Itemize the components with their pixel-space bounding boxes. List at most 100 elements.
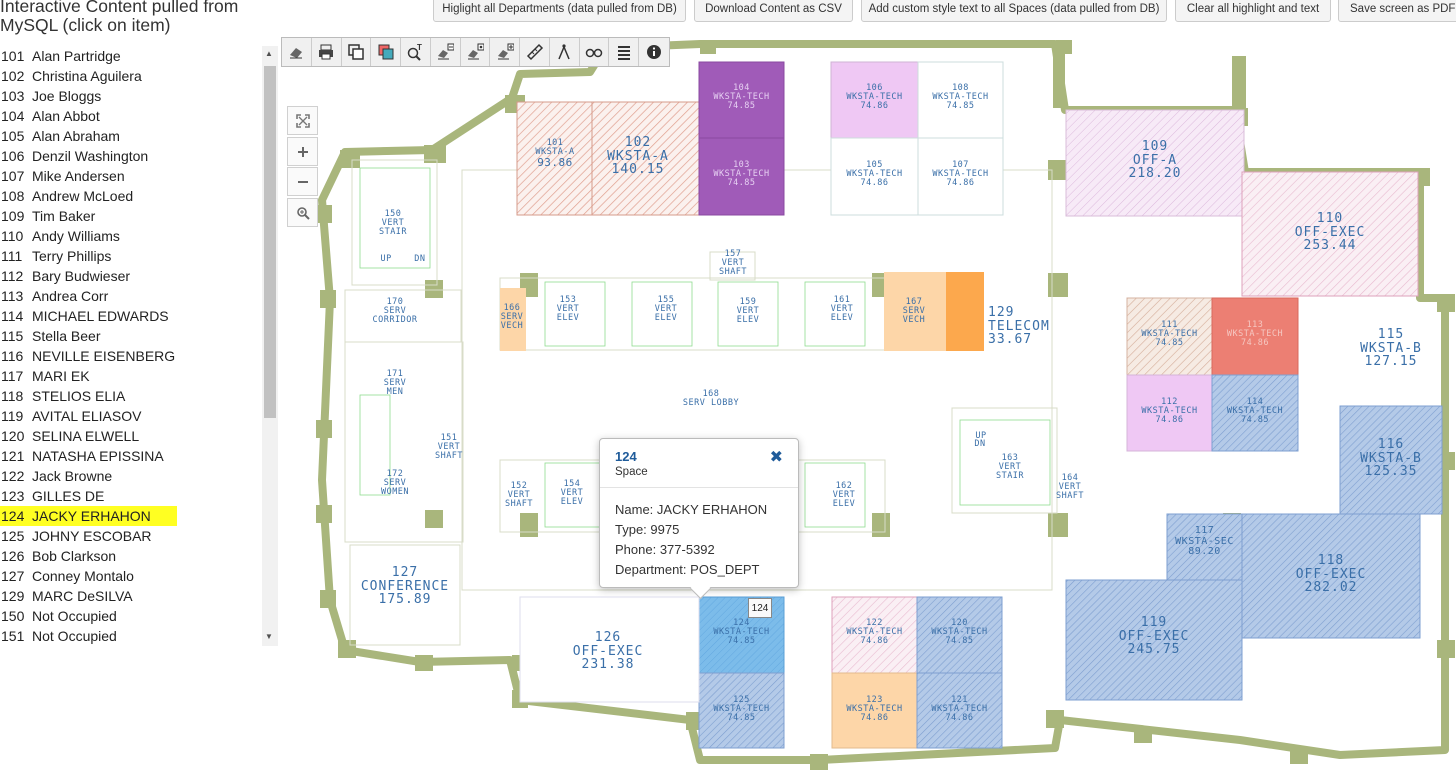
occupant-name: Conney Montalo [32, 568, 134, 584]
occupant-room-number: 105 [1, 128, 25, 144]
occupant-list-item[interactable]: 127 Conney Montalo [0, 566, 262, 586]
fullscreen-icon[interactable] [287, 106, 318, 135]
occupant-room-number: 111 [1, 248, 23, 264]
scroll-up-icon[interactable]: ▲ [265, 49, 273, 58]
occupant-list-item[interactable]: 123 GILLES DE [0, 486, 262, 506]
occupant-list-container: 101 Alan Partridge 102 Christina Aguilera 10… [0, 46, 278, 646]
occupant-list-item[interactable]: 106 Denzil Washington [0, 146, 262, 166]
occupant-list-item[interactable]: 122 Jack Browne [0, 466, 262, 486]
occupant-list-item[interactable]: 125 JOHNY ESCOBAR [0, 526, 262, 546]
occupant-name: Jack Browne [32, 468, 113, 484]
occupant-list-item[interactable]: 103 Joe Bloggs [0, 86, 262, 106]
occupant-list-item[interactable]: 102 Christina Aguilera [0, 66, 262, 86]
close-icon[interactable]: ✖ [770, 447, 783, 467]
info-icon[interactable] [639, 38, 669, 66]
clear-highlight-button[interactable]: Clear all highlight and text [1175, 0, 1331, 22]
occupant-name: Alan Abbot [32, 108, 100, 124]
occupant-list-item[interactable]: 121 NATASHA EPISSINA [0, 446, 262, 466]
occupant-item-row: 129 MARC DeSILVA [0, 588, 133, 604]
occupant-list-item[interactable]: 111 Terry Phillips [0, 246, 262, 266]
space-tag-124[interactable]: 124 [748, 598, 772, 618]
occupant-item-row: 104 Alan Abbot [0, 108, 100, 124]
scroll-down-icon[interactable]: ▼ [265, 632, 273, 641]
occupant-room-number: 116 [1, 348, 24, 364]
occupant-list-item[interactable]: 126 Bob Clarkson [0, 546, 262, 566]
occupant-list-item[interactable]: 150 Not Occupied [0, 606, 262, 626]
occupant-room-number: 117 [1, 368, 24, 384]
occupant-list-item[interactable]: 110 Andy Williams [0, 226, 262, 246]
occupant-item-row: 109 Tim Baker [0, 208, 95, 224]
occupant-room-number: 119 [1, 408, 24, 424]
occupant-list-item[interactable]: 113 Andrea Corr [0, 286, 262, 306]
occupant-name: MARI EK [32, 368, 90, 384]
add-custom-style-button[interactable]: Add custom style text to all Spaces (dat… [861, 0, 1167, 22]
print-icon[interactable] [312, 38, 342, 66]
occupant-list-item[interactable]: 107 Mike Andersen [0, 166, 262, 186]
occupant-name: SELINA ELWELL [32, 428, 140, 444]
compass-icon[interactable] [550, 38, 580, 66]
occupant-list-item[interactable]: 129 MARC DeSILVA [0, 586, 262, 606]
popup-body: Name: JACKY ERHAHON Type: 9975 Phone: 37… [600, 488, 798, 580]
layers-color-icon[interactable] [371, 38, 402, 66]
layers-icon[interactable] [342, 38, 372, 66]
occupant-room-number: 110 [1, 228, 24, 244]
occupant-list-item[interactable]: 109 Tim Baker [0, 206, 262, 226]
occupant-room-number: 129 [1, 588, 25, 604]
eraser-plus-icon[interactable] [490, 38, 521, 66]
occupant-list-item[interactable]: 151 Not Occupied [0, 626, 262, 646]
occupant-item-row: 110 Andy Williams [0, 228, 120, 244]
occupant-item-row: 112 Bary Budwieser [0, 268, 130, 284]
occupant-list-item[interactable]: 112 Bary Budwieser [0, 266, 262, 286]
occupant-list-item[interactable]: 115 Stella Beer [0, 326, 262, 346]
occupant-name: Andrea Corr [32, 288, 109, 304]
occupant-item-row: 150 Not Occupied [0, 608, 117, 624]
occupant-room-number: 123 [1, 488, 25, 504]
occupant-room-number: 106 [1, 148, 25, 164]
occupant-name: Andrew McLoed [32, 188, 134, 204]
occupant-list-item[interactable]: 101 Alan Partridge [0, 46, 262, 66]
occupant-list-item[interactable]: 119 AVITAL ELIASOV [0, 406, 262, 426]
floor-plan[interactable]: 101 WKSTA-A 93.86 102 WKSTA-A 140.15 103 WKST… [278, 36, 1456, 772]
occupant-list-item[interactable]: 124 JACKY ERHAHON [0, 506, 262, 526]
occupant-room-number: 125 [1, 528, 25, 544]
occupant-name: Alan Partridge [32, 48, 121, 64]
floor-plan-drawing [316, 40, 1455, 770]
occupant-name: Alan Abraham [32, 128, 120, 144]
eraser-gear-icon[interactable] [461, 38, 491, 66]
occupant-list-item[interactable]: 108 Andrew McLoed [0, 186, 262, 206]
occupant-item-row: 127 Conney Montalo [0, 568, 134, 584]
popup-name: Name: JACKY ERHAHON [615, 502, 768, 517]
ruler-icon[interactable] [520, 38, 550, 66]
popup-type: Type: 9975 [615, 522, 680, 537]
occupant-name: Joe Bloggs [32, 88, 102, 104]
occupant-list-item[interactable]: 118 STELIOS ELIA [0, 386, 262, 406]
occupant-list-item[interactable]: 114 MICHAEL EDWARDS [0, 306, 262, 326]
occupant-list-item[interactable]: 105 Alan Abraham [0, 126, 262, 146]
occupant-room-number: 122 [1, 468, 25, 484]
eraser-minus-icon[interactable] [431, 38, 461, 66]
occupant-item-row: 125 JOHNY ESCOBAR [0, 528, 152, 544]
scroll-thumb[interactable] [264, 66, 276, 418]
zoom-out-icon[interactable] [287, 167, 318, 196]
zoom-in-icon[interactable] [287, 137, 318, 166]
list-icon[interactable] [609, 38, 640, 66]
highlight-departments-button[interactable]: Higlight all Departments (data pulled fr… [433, 0, 686, 22]
occupant-name: Not Occupied [32, 628, 117, 644]
occupant-name: STELIOS ELIA [32, 388, 126, 404]
occupant-list-item[interactable]: 104 Alan Abbot [0, 106, 262, 126]
occupant-room-number: 114 [1, 308, 24, 324]
list-scrollbar[interactable]: ▲ ▼ [262, 46, 278, 646]
zoom-search-icon[interactable] [287, 198, 318, 227]
eraser-icon[interactable] [282, 38, 312, 66]
occupant-item-row: 111 Terry Phillips [0, 248, 111, 264]
occupant-list-item[interactable]: 117 MARI EK [0, 366, 262, 386]
occupant-list-item[interactable]: 120 SELINA ELWELL [0, 426, 262, 446]
text-search-icon[interactable]: T [401, 38, 431, 66]
save-pdf-button[interactable]: Save screen as PDF [1338, 0, 1456, 22]
occupant-item-row: 126 Bob Clarkson [0, 548, 116, 564]
binoculars-icon[interactable] [580, 38, 610, 66]
download-csv-button[interactable]: Download Content as CSV [694, 0, 853, 22]
occupant-name: GILLES DE [32, 488, 105, 504]
occupant-list-item[interactable]: 116 NEVILLE EISENBERG [0, 346, 262, 366]
occupant-room-number: 121 [1, 448, 25, 464]
